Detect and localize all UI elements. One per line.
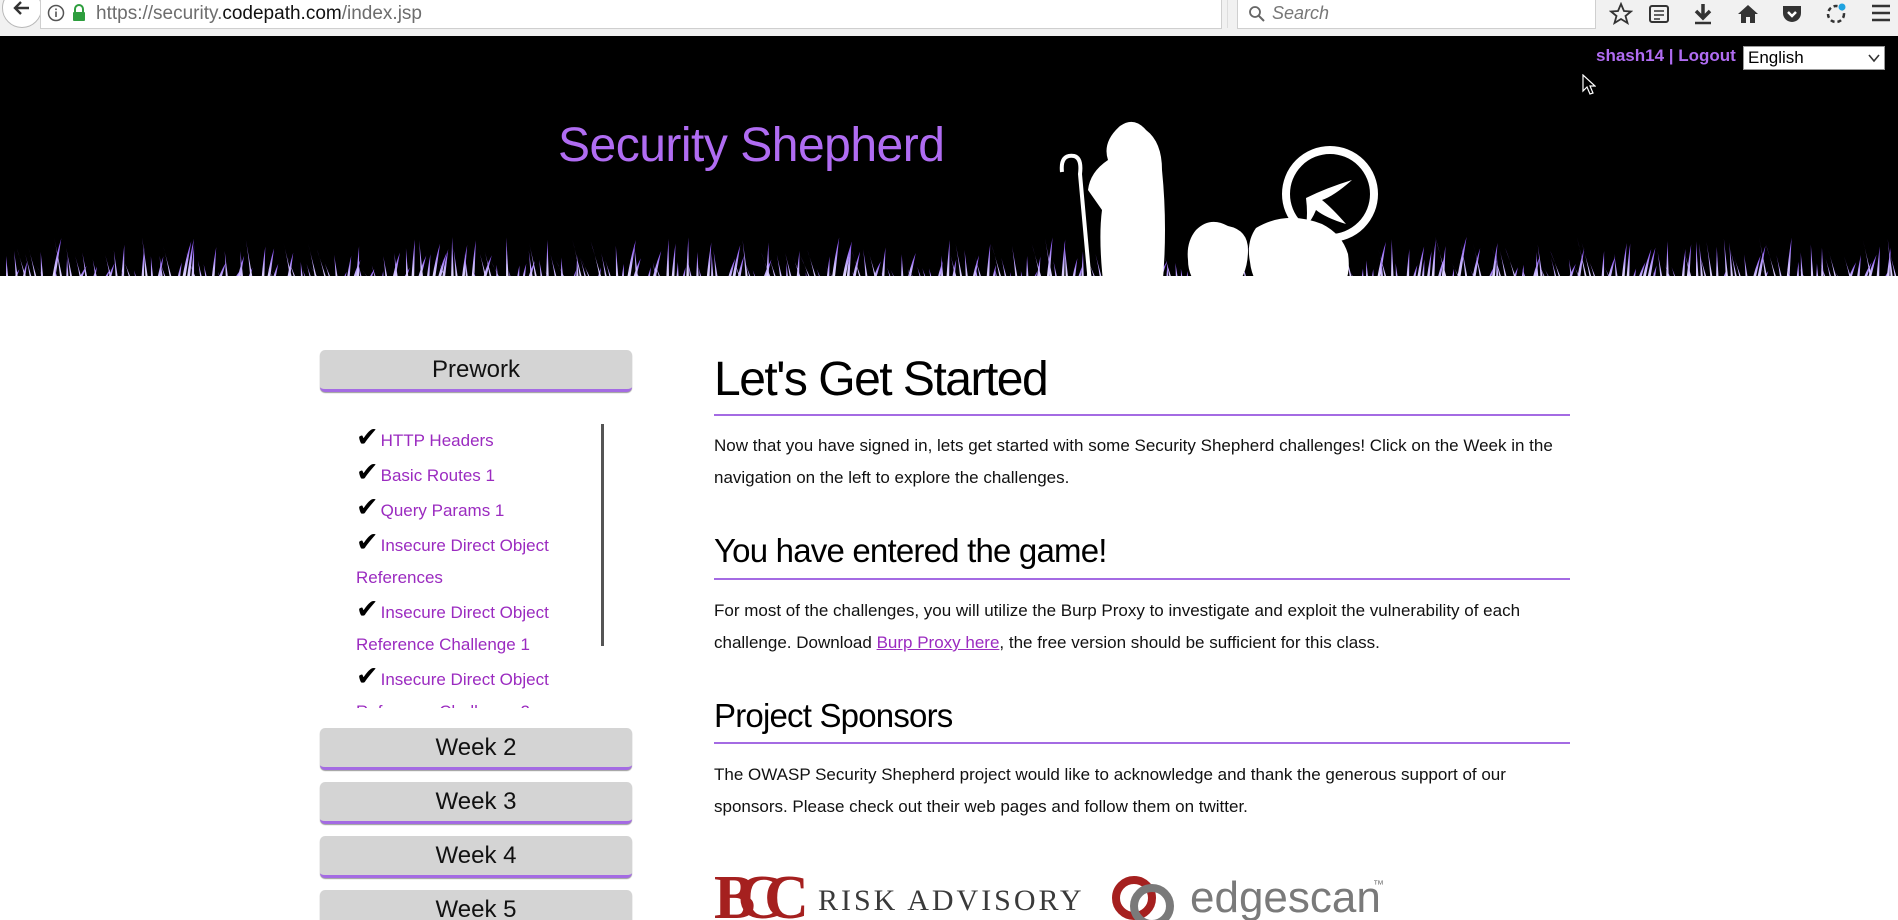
shepherd-logo — [1059, 121, 1378, 302]
checkmark-icon: ✔ — [356, 527, 379, 558]
scrollbar[interactable] — [601, 424, 604, 646]
search-bar[interactable]: Search — [1237, 0, 1596, 29]
chevron-down-icon — [1868, 54, 1880, 63]
divider — [714, 414, 1570, 416]
checkmark-icon: ✔ — [356, 457, 379, 488]
prework-button[interactable]: Prework — [320, 350, 632, 392]
search-icon — [1249, 6, 1265, 22]
mouse-cursor-icon — [1582, 74, 1596, 95]
list-item[interactable]: ✔Insecure Direct Object Reference Challe… — [356, 594, 604, 661]
list-item[interactable]: ✔ Insecure Direct Object References — [356, 527, 604, 594]
edgescan-logo[interactable]: edgescan ™ — [1112, 873, 1384, 920]
grass-decoration — [0, 236, 1898, 326]
checkmark-icon: ✔ — [356, 492, 379, 523]
sponsors-heading: Project Sponsors — [714, 697, 953, 734]
menu-icon[interactable] — [1870, 3, 1892, 23]
language-select[interactable]: English — [1743, 46, 1885, 70]
divider — [1227, 0, 1228, 28]
svg-text:™: ™ — [1373, 879, 1384, 891]
list-item[interactable]: ✔ Query Params 1 — [356, 492, 604, 527]
list-item[interactable]: ✔Insecure Direct Object Reference Challe… — [356, 661, 604, 708]
browser-toolbar: https://security.codepath.com/index.jsp … — [0, 0, 1898, 37]
home-icon[interactable] — [1736, 2, 1760, 26]
username-link[interactable]: shash14 — [1596, 46, 1664, 65]
search-input[interactable]: Search — [1272, 3, 1329, 24]
url-text[interactable]: https://security.codepath.com/index.jsp — [96, 3, 422, 25]
back-button[interactable] — [2, 0, 42, 28]
arrow-left-icon — [13, 1, 29, 15]
svg-text:edgescan: edgescan — [1190, 873, 1381, 920]
game-text: For most of the challenges, you will uti… — [714, 601, 1521, 652]
pocket-icon[interactable] — [1780, 2, 1804, 26]
week-4-button[interactable]: Week 4 — [320, 836, 632, 878]
intro-text: Now that you have signed in, lets get st… — [714, 436, 1553, 487]
week-2-button[interactable]: Week 2 — [320, 728, 632, 770]
download-icon[interactable] — [1692, 2, 1714, 26]
list-item[interactable]: ✔ HTTP Headers — [356, 422, 604, 457]
sponsor-logos: BCC RISK ADVISORY edgescan ™ — [714, 864, 1384, 920]
logout-link[interactable]: Logout — [1678, 46, 1736, 65]
extension-icon[interactable] — [1824, 2, 1848, 26]
language-value: English — [1748, 48, 1804, 67]
game-heading: You have entered the game! — [714, 532, 1107, 569]
site-title[interactable]: Security Shepherd — [558, 118, 945, 173]
week-5-button[interactable]: Week 5 — [320, 890, 632, 920]
week-3-button[interactable]: Week 3 — [320, 782, 632, 824]
lock-icon[interactable] — [71, 4, 87, 22]
checkmark-icon: ✔ — [356, 422, 379, 453]
page-title: Let's Get Started — [714, 353, 1049, 406]
prework-list: ✔ HTTP Headers ✔ Basic Routes 1 ✔ Query Par… — [356, 422, 604, 708]
page: Security Shepherd shash14 | Logout Engli… — [0, 36, 1898, 920]
checkmark-icon: ✔ — [356, 661, 379, 692]
info-icon[interactable] — [47, 4, 65, 22]
sponsors-text: The OWASP Security Shepherd project woul… — [714, 765, 1506, 816]
address-bar[interactable]: https://security.codepath.com/index.jsp — [40, 0, 1252, 29]
reading-list-icon[interactable] — [1648, 3, 1670, 25]
user-links: shash14 | Logout — [1596, 46, 1736, 66]
risk-advisory-logo[interactable]: RISK ADVISORY — [818, 884, 1085, 917]
divider — [714, 742, 1570, 744]
checkmark-icon: ✔ — [356, 594, 379, 625]
bcc-logo[interactable]: BCC — [714, 864, 823, 920]
burp-proxy-link[interactable]: Burp Proxy here — [877, 633, 1000, 652]
list-item[interactable]: ✔ Basic Routes 1 — [356, 457, 604, 492]
svg-text:BCC: BCC — [714, 864, 805, 920]
bookmark-star-icon[interactable] — [1609, 2, 1633, 26]
divider — [714, 578, 1570, 580]
svg-text:RISK ADVISORY: RISK ADVISORY — [818, 884, 1085, 917]
link-separator: | — [1664, 46, 1679, 65]
